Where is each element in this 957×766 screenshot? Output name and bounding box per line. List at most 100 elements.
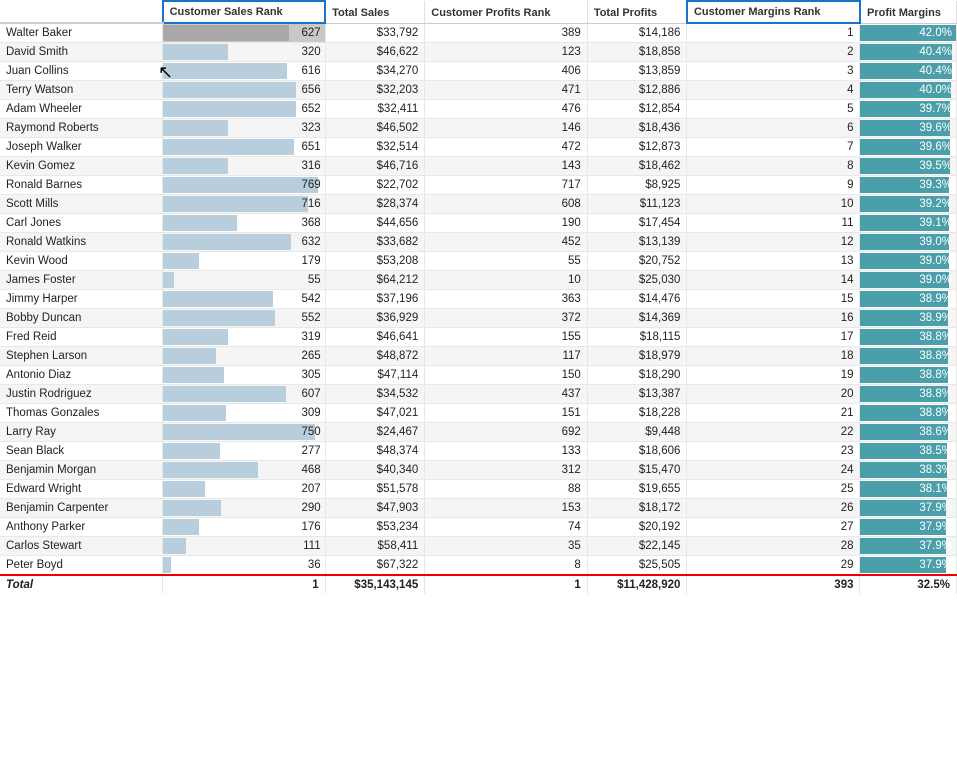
cell-customer-name: Terry Watson — [0, 81, 163, 100]
cell-total-sales: $64,212 — [325, 271, 425, 290]
col-header-total-sales[interactable]: Total Sales — [325, 1, 425, 23]
cell-profits-rank: 372 — [425, 309, 588, 328]
col-header-sales-rank[interactable]: Customer Sales Rank — [163, 1, 326, 23]
cell-sales-rank: 542 — [163, 290, 326, 309]
cell-total-profits: $18,115 — [587, 328, 687, 347]
cell-profits-rank: 123 — [425, 43, 588, 62]
cell-profits-rank: 117 — [425, 347, 588, 366]
cell-sales-rank: 265 — [163, 347, 326, 366]
cell-sales-rank: 36 — [163, 556, 326, 576]
cell-sales-rank: 656 — [163, 81, 326, 100]
cell-total-sales: $32,411 — [325, 100, 425, 119]
cell-total-sales: $48,374 — [325, 442, 425, 461]
cell-profits-rank: 389 — [425, 23, 588, 43]
cell-profits-rank: 150 — [425, 366, 588, 385]
cell-profits-rank: 608 — [425, 195, 588, 214]
cell-margins-rank: 15 — [687, 290, 860, 309]
cell-customer-name: Scott Mills — [0, 195, 163, 214]
cell-sales-rank: 368 — [163, 214, 326, 233]
cell-sales-rank: 207 — [163, 480, 326, 499]
cell-sales-rank: 750 — [163, 423, 326, 442]
table-row: Walter Baker627$33,792389$14,186142.0% — [0, 23, 957, 43]
cell-margins-rank: 10 — [687, 195, 860, 214]
cell-margins-rank: 9 — [687, 176, 860, 195]
cell-margins-rank: 27 — [687, 518, 860, 537]
cell-sales-rank: 652 — [163, 100, 326, 119]
cell-customer-name: Peter Boyd — [0, 556, 163, 576]
cell-total-sales: $51,578 — [325, 480, 425, 499]
table-row: Ronald Watkins632$33,682452$13,1391239.0… — [0, 233, 957, 252]
cell-total-sales: $58,411 — [325, 537, 425, 556]
cell-margins-rank: 18 — [687, 347, 860, 366]
table-row: Fred Reid319$46,641155$18,1151738.8% — [0, 328, 957, 347]
table-row: Justin Rodriguez607$34,532437$13,3872038… — [0, 385, 957, 404]
cell-customer-name: Antonio Diaz — [0, 366, 163, 385]
cell-profit-margins: 38.8% — [860, 347, 957, 366]
table-row: David Smith320$46,622123$18,858240.4% — [0, 43, 957, 62]
cell-sales-rank: 627 — [163, 23, 326, 43]
cell-total-profits: $18,606 — [587, 442, 687, 461]
cell-total-profits: $11,123 — [587, 195, 687, 214]
cell-profit-margins: 39.5% — [860, 157, 957, 176]
cell-total-profits: $22,145 — [587, 537, 687, 556]
cell-profit-margins: 38.1% — [860, 480, 957, 499]
cell-margins-rank: 2 — [687, 43, 860, 62]
cell-sales-rank: 323 — [163, 119, 326, 138]
cell-profit-margins: 38.3% — [860, 461, 957, 480]
table-row: Juan Collins616$34,270406$13,859340.4% — [0, 62, 957, 81]
cell-total-profits: $25,505 — [587, 556, 687, 576]
cell-total-sales: $33,682 — [325, 233, 425, 252]
cell-total-profits: $17,454 — [587, 214, 687, 233]
cell-customer-name: Carlos Stewart — [0, 537, 163, 556]
col-header-profit-margins[interactable]: Profit Margins — [860, 1, 957, 23]
cell-customer-name: Adam Wheeler — [0, 100, 163, 119]
cell-profit-margins: 39.0% — [860, 271, 957, 290]
cell-total-profits: $12,873 — [587, 138, 687, 157]
cell-profit-margins: 38.5% — [860, 442, 957, 461]
table-row: Adam Wheeler652$32,411476$12,854539.7% — [0, 100, 957, 119]
cell-customer-name: Raymond Roberts — [0, 119, 163, 138]
footer-total-profits: $11,428,920 — [587, 575, 687, 594]
table-row: Larry Ray750$24,467692$9,4482238.6% — [0, 423, 957, 442]
cell-profit-margins: 38.8% — [860, 385, 957, 404]
cell-total-sales: $47,114 — [325, 366, 425, 385]
table-body: Walter Baker627$33,792389$14,186142.0%Da… — [0, 23, 957, 575]
cell-profits-rank: 437 — [425, 385, 588, 404]
cell-profits-rank: 452 — [425, 233, 588, 252]
cell-customer-name: Stephen Larson — [0, 347, 163, 366]
cell-customer-name: Thomas Gonzales — [0, 404, 163, 423]
cell-profit-margins: 40.4% — [860, 43, 957, 62]
cell-profits-rank: 55 — [425, 252, 588, 271]
cell-customer-name: Ronald Watkins — [0, 233, 163, 252]
cell-customer-name: Walter Baker — [0, 23, 163, 43]
cell-profit-margins: 37.9% — [860, 537, 957, 556]
cell-margins-rank: 19 — [687, 366, 860, 385]
table-row: Kevin Gomez316$46,716143$18,462839.5% — [0, 157, 957, 176]
col-header-profits-rank[interactable]: Customer Profits Rank — [425, 1, 588, 23]
cell-profits-rank: 146 — [425, 119, 588, 138]
cell-total-sales: $32,203 — [325, 81, 425, 100]
table-header-row: Customer Sales Rank Total Sales Customer… — [0, 1, 957, 23]
cell-total-sales: $24,467 — [325, 423, 425, 442]
cell-profit-margins: 38.9% — [860, 309, 957, 328]
table-row: Joseph Walker651$32,514472$12,873739.6% — [0, 138, 957, 157]
cell-total-profits: $20,192 — [587, 518, 687, 537]
cell-profit-margins: 39.0% — [860, 233, 957, 252]
cell-total-profits: $14,186 — [587, 23, 687, 43]
cell-total-profits: $20,752 — [587, 252, 687, 271]
cell-total-sales: $53,208 — [325, 252, 425, 271]
col-header-name[interactable] — [0, 1, 163, 23]
cell-profit-margins: 38.8% — [860, 366, 957, 385]
cell-total-sales: $44,656 — [325, 214, 425, 233]
table-row: Carl Jones368$44,656190$17,4541139.1% — [0, 214, 957, 233]
cell-profit-margins: 38.8% — [860, 328, 957, 347]
col-header-total-profits[interactable]: Total Profits — [587, 1, 687, 23]
cell-margins-rank: 7 — [687, 138, 860, 157]
cell-profits-rank: 312 — [425, 461, 588, 480]
cell-margins-rank: 6 — [687, 119, 860, 138]
cell-profits-rank: 88 — [425, 480, 588, 499]
col-header-margins-rank[interactable]: Customer Margins Rank — [687, 1, 860, 23]
cell-total-profits: $18,172 — [587, 499, 687, 518]
footer-profits-rank: 1 — [425, 575, 588, 594]
cell-profit-margins: 39.6% — [860, 119, 957, 138]
